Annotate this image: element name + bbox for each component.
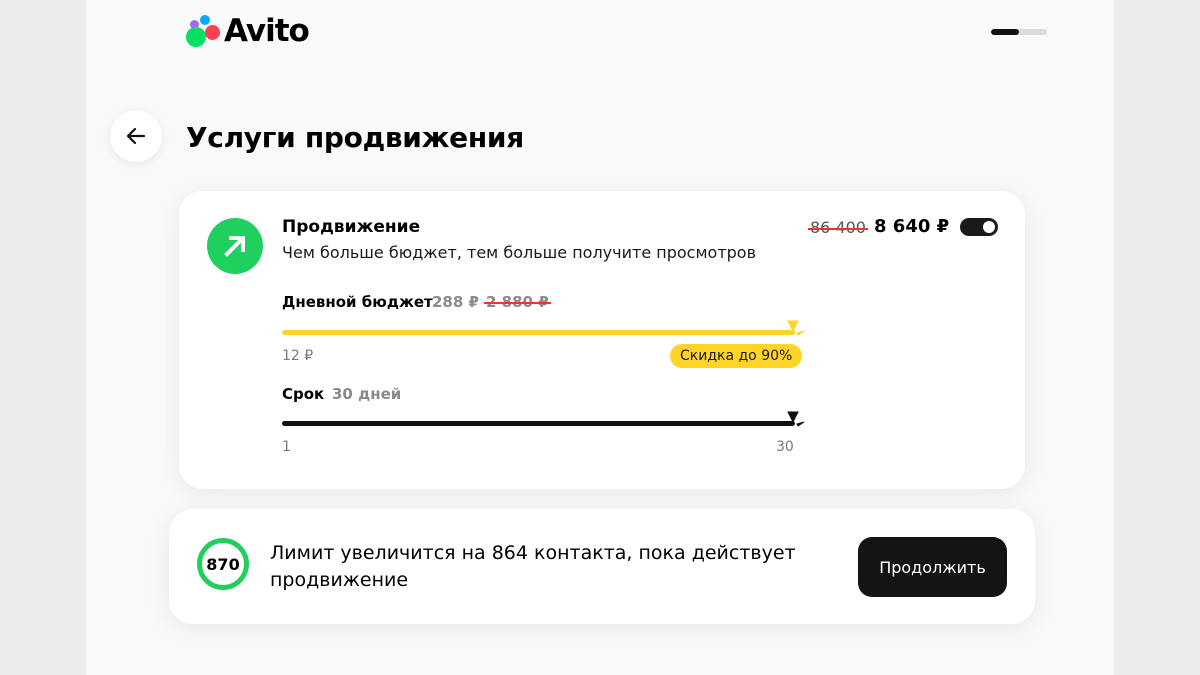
- term-min-label: 1: [282, 439, 291, 455]
- promotion-card: Продвижение Чем больше бюджет, тем больш…: [179, 191, 1025, 489]
- logo-dot-blue: [200, 15, 210, 25]
- budget-label: Дневной бюджет: [282, 293, 433, 311]
- budget-value: 288 ₽: [432, 293, 479, 311]
- page-title: Услуги продвижения: [186, 121, 524, 154]
- old-price: 86 400: [808, 218, 868, 237]
- continue-button[interactable]: Продолжить: [858, 537, 1007, 597]
- term-max-label: 30: [776, 439, 794, 455]
- promotion-toggle[interactable]: [960, 218, 998, 236]
- budget-slider-thumb[interactable]: [784, 320, 806, 342]
- logo-text: Avito: [224, 13, 310, 49]
- arrow-left-icon: [126, 127, 146, 145]
- back-button[interactable]: [110, 110, 162, 162]
- promotion-icon-circle: [207, 218, 263, 274]
- toggle-knob: [983, 221, 995, 233]
- budget-slider[interactable]: [282, 320, 805, 336]
- budget-old-value: 2 880 ₽: [484, 293, 551, 311]
- logo-dots-icon: [186, 13, 222, 49]
- promotion-title: Продвижение: [282, 217, 421, 237]
- term-slider-thumb[interactable]: [784, 411, 806, 433]
- logo-dot-green: [186, 27, 206, 47]
- limit-description: Лимит увеличится на 864 контакта, пока д…: [270, 542, 796, 591]
- avito-logo[interactable]: Avito: [186, 12, 310, 50]
- step-progress-fill: [991, 29, 1019, 35]
- step-progress-bar: [991, 29, 1047, 35]
- new-price: 8 640 ₽: [874, 216, 950, 237]
- contact-limit-card: 870 Лимит увеличится на 864 контакта, по…: [169, 509, 1035, 624]
- term-value: 30 дней: [332, 385, 402, 403]
- budget-min-label: 12 ₽: [282, 348, 314, 364]
- term-label: Срок: [282, 385, 325, 403]
- discount-badge: Скидка до 90%: [670, 344, 803, 368]
- promotion-description: Чем больше бюджет, тем больше получите п…: [282, 243, 757, 262]
- logo-dot-red: [205, 25, 220, 40]
- limit-count-ring: 870: [197, 538, 249, 590]
- term-slider[interactable]: [282, 411, 805, 427]
- arrow-up-right-icon: [224, 236, 245, 257]
